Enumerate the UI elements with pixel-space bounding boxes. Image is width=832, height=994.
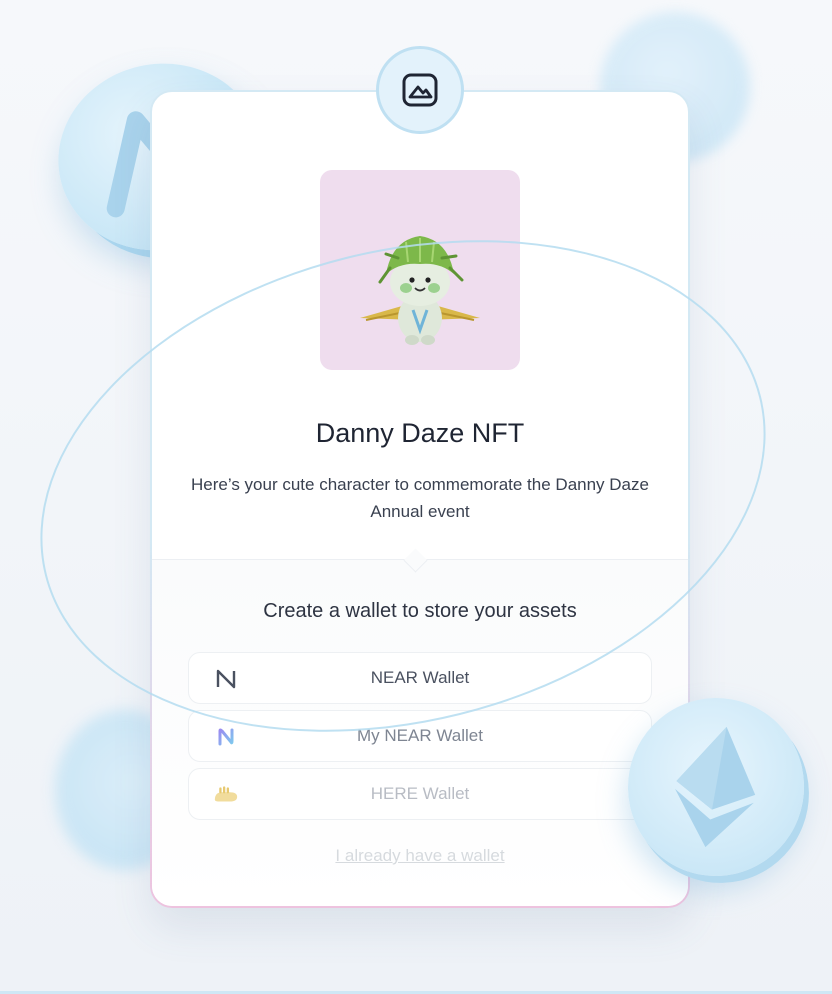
wallet-section-heading: Create a wallet to store your assets <box>263 600 577 622</box>
here-wallet-icon <box>213 782 239 808</box>
wallet-label: NEAR Wallet <box>370 668 470 687</box>
nft-title: Danny Daze NFT <box>315 418 525 448</box>
nft-character-image <box>320 170 520 370</box>
near-wallet-button[interactable]: NEAR Wallet <box>188 652 652 704</box>
my-near-wallet-icon <box>213 724 239 750</box>
mountain-image-icon <box>402 73 438 107</box>
my-near-wallet-button[interactable]: My NEAR Wallet <box>188 710 652 762</box>
wallet-label: HERE Wallet <box>370 784 470 803</box>
existing-wallet-link[interactable]: I already have a wallet <box>152 846 688 866</box>
near-logo-icon <box>213 666 239 692</box>
here-wallet-button[interactable]: HERE Wallet <box>188 768 652 820</box>
wallet-label: My NEAR Wallet <box>357 726 483 745</box>
nft-description: Here’s your cute character to commemorat… <box>191 475 649 521</box>
image-badge <box>376 46 464 134</box>
